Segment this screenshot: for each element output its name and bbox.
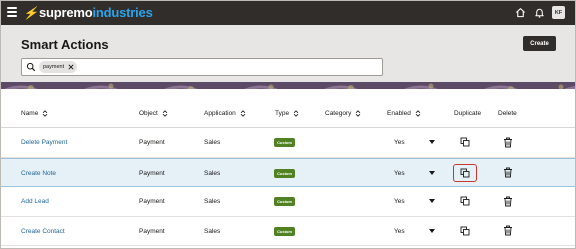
filter-chip[interactable]: payment: [39, 61, 78, 73]
search-input[interactable]: payment: [21, 58, 383, 76]
chevron-down-icon[interactable]: [429, 140, 435, 144]
filter-chip-label: payment: [43, 64, 65, 70]
sort-icon: [162, 110, 168, 117]
table-row[interactable]: Create Note Payment Sales Custom Yes: [1, 157, 575, 187]
table-row[interactable]: Add Lead Payment Sales Custom Yes: [1, 187, 575, 217]
type-badge: Custom: [274, 197, 295, 206]
column-label: Application: [204, 110, 236, 117]
column-label: Delete: [498, 110, 517, 117]
object-cell: Payment: [139, 139, 165, 146]
type-badge: Custom: [274, 226, 295, 236]
column-header-name[interactable]: Name: [21, 110, 48, 117]
smart-actions-table: Name Object Application Type Category En…: [1, 98, 575, 246]
enabled-select[interactable]: Yes: [394, 170, 405, 177]
chevron-down-icon[interactable]: [429, 170, 435, 175]
duplicate-button[interactable]: [453, 133, 477, 151]
object-cell: Payment: [139, 169, 165, 177]
delete-button[interactable]: [501, 133, 515, 151]
duplicate-button[interactable]: [453, 222, 477, 240]
action-name-link[interactable]: Create Note: [21, 170, 56, 177]
trash-icon: [504, 225, 512, 236]
type-badge: Custom: [274, 168, 295, 178]
sort-icon: [43, 110, 48, 117]
application-cell: Sales: [204, 139, 221, 146]
brand-logo[interactable]: ⚡ supremo industries: [23, 5, 153, 20]
hamburger-menu-icon[interactable]: [7, 7, 17, 17]
delete-button[interactable]: [501, 164, 515, 182]
page-header: Smart Actions Create payment: [1, 25, 575, 89]
copy-icon: [460, 226, 470, 235]
action-name-link[interactable]: Add Lead: [21, 198, 49, 205]
trash-icon: [504, 196, 512, 206]
column-header-type[interactable]: Type: [275, 110, 299, 117]
chevron-down-icon[interactable]: [429, 199, 435, 203]
column-header-object[interactable]: Object: [139, 110, 168, 117]
action-name-link[interactable]: Delete Payment: [21, 139, 67, 146]
type-badge: Custom: [274, 138, 295, 147]
delete-button[interactable]: [501, 192, 515, 210]
application-cell: Sales: [204, 169, 221, 177]
bolt-icon: ⚡: [23, 5, 38, 20]
column-label: Type: [275, 110, 290, 117]
table-row[interactable]: Create Contact Payment Sales Custom Yes: [1, 217, 575, 246]
bell-icon[interactable]: [533, 7, 545, 19]
app-window: ⚡ supremo industries KF Smart Actions Cr…: [0, 0, 576, 249]
delete-button[interactable]: [501, 222, 515, 240]
chevron-down-icon[interactable]: [429, 228, 435, 233]
sort-icon: [240, 110, 246, 117]
brand-name-part1: supremo: [38, 5, 93, 20]
column-label: Object: [139, 110, 158, 117]
duplicate-button[interactable]: [453, 163, 477, 182]
trash-icon: [504, 137, 512, 147]
application-cell: Sales: [204, 198, 221, 205]
column-header-enabled[interactable]: Enabled: [387, 110, 421, 117]
application-cell: Sales: [204, 227, 221, 235]
sort-icon: [415, 110, 421, 117]
enabled-select[interactable]: Yes: [394, 198, 405, 205]
column-header-application[interactable]: Application: [204, 110, 246, 117]
copy-icon: [460, 168, 470, 177]
object-cell: Payment: [139, 227, 165, 235]
object-cell: Payment: [139, 198, 165, 205]
create-button[interactable]: Create: [523, 36, 556, 51]
sort-icon: [293, 110, 299, 117]
avatar[interactable]: KF: [552, 6, 565, 19]
page-title: Smart Actions: [21, 37, 109, 52]
column-label: Duplicate: [454, 110, 482, 117]
column-header-delete: Delete: [498, 110, 517, 117]
search-icon: [26, 62, 36, 72]
column-label: Name: [21, 110, 39, 117]
copy-icon: [460, 137, 470, 147]
duplicate-button[interactable]: [453, 192, 477, 210]
action-name-link[interactable]: Create Contact: [21, 228, 65, 235]
table-row[interactable]: Delete Payment Payment Sales Custom Yes: [1, 128, 575, 158]
trash-icon: [504, 167, 512, 178]
copy-icon: [460, 196, 470, 206]
column-label: Enabled: [387, 110, 411, 117]
column-label: Category: [325, 110, 352, 117]
sort-icon: [356, 110, 361, 117]
home-icon[interactable]: [514, 7, 526, 19]
column-header-duplicate: Duplicate: [454, 110, 481, 117]
close-icon[interactable]: [67, 64, 74, 71]
enabled-select[interactable]: Yes: [394, 139, 405, 146]
table-header: Name Object Application Type Category En…: [1, 98, 575, 128]
brand-name-part2: industries: [92, 5, 153, 20]
column-header-category[interactable]: Category: [325, 110, 361, 117]
decorative-pattern: [1, 82, 575, 89]
enabled-select[interactable]: Yes: [394, 228, 405, 235]
top-bar: ⚡ supremo industries KF: [1, 1, 575, 25]
